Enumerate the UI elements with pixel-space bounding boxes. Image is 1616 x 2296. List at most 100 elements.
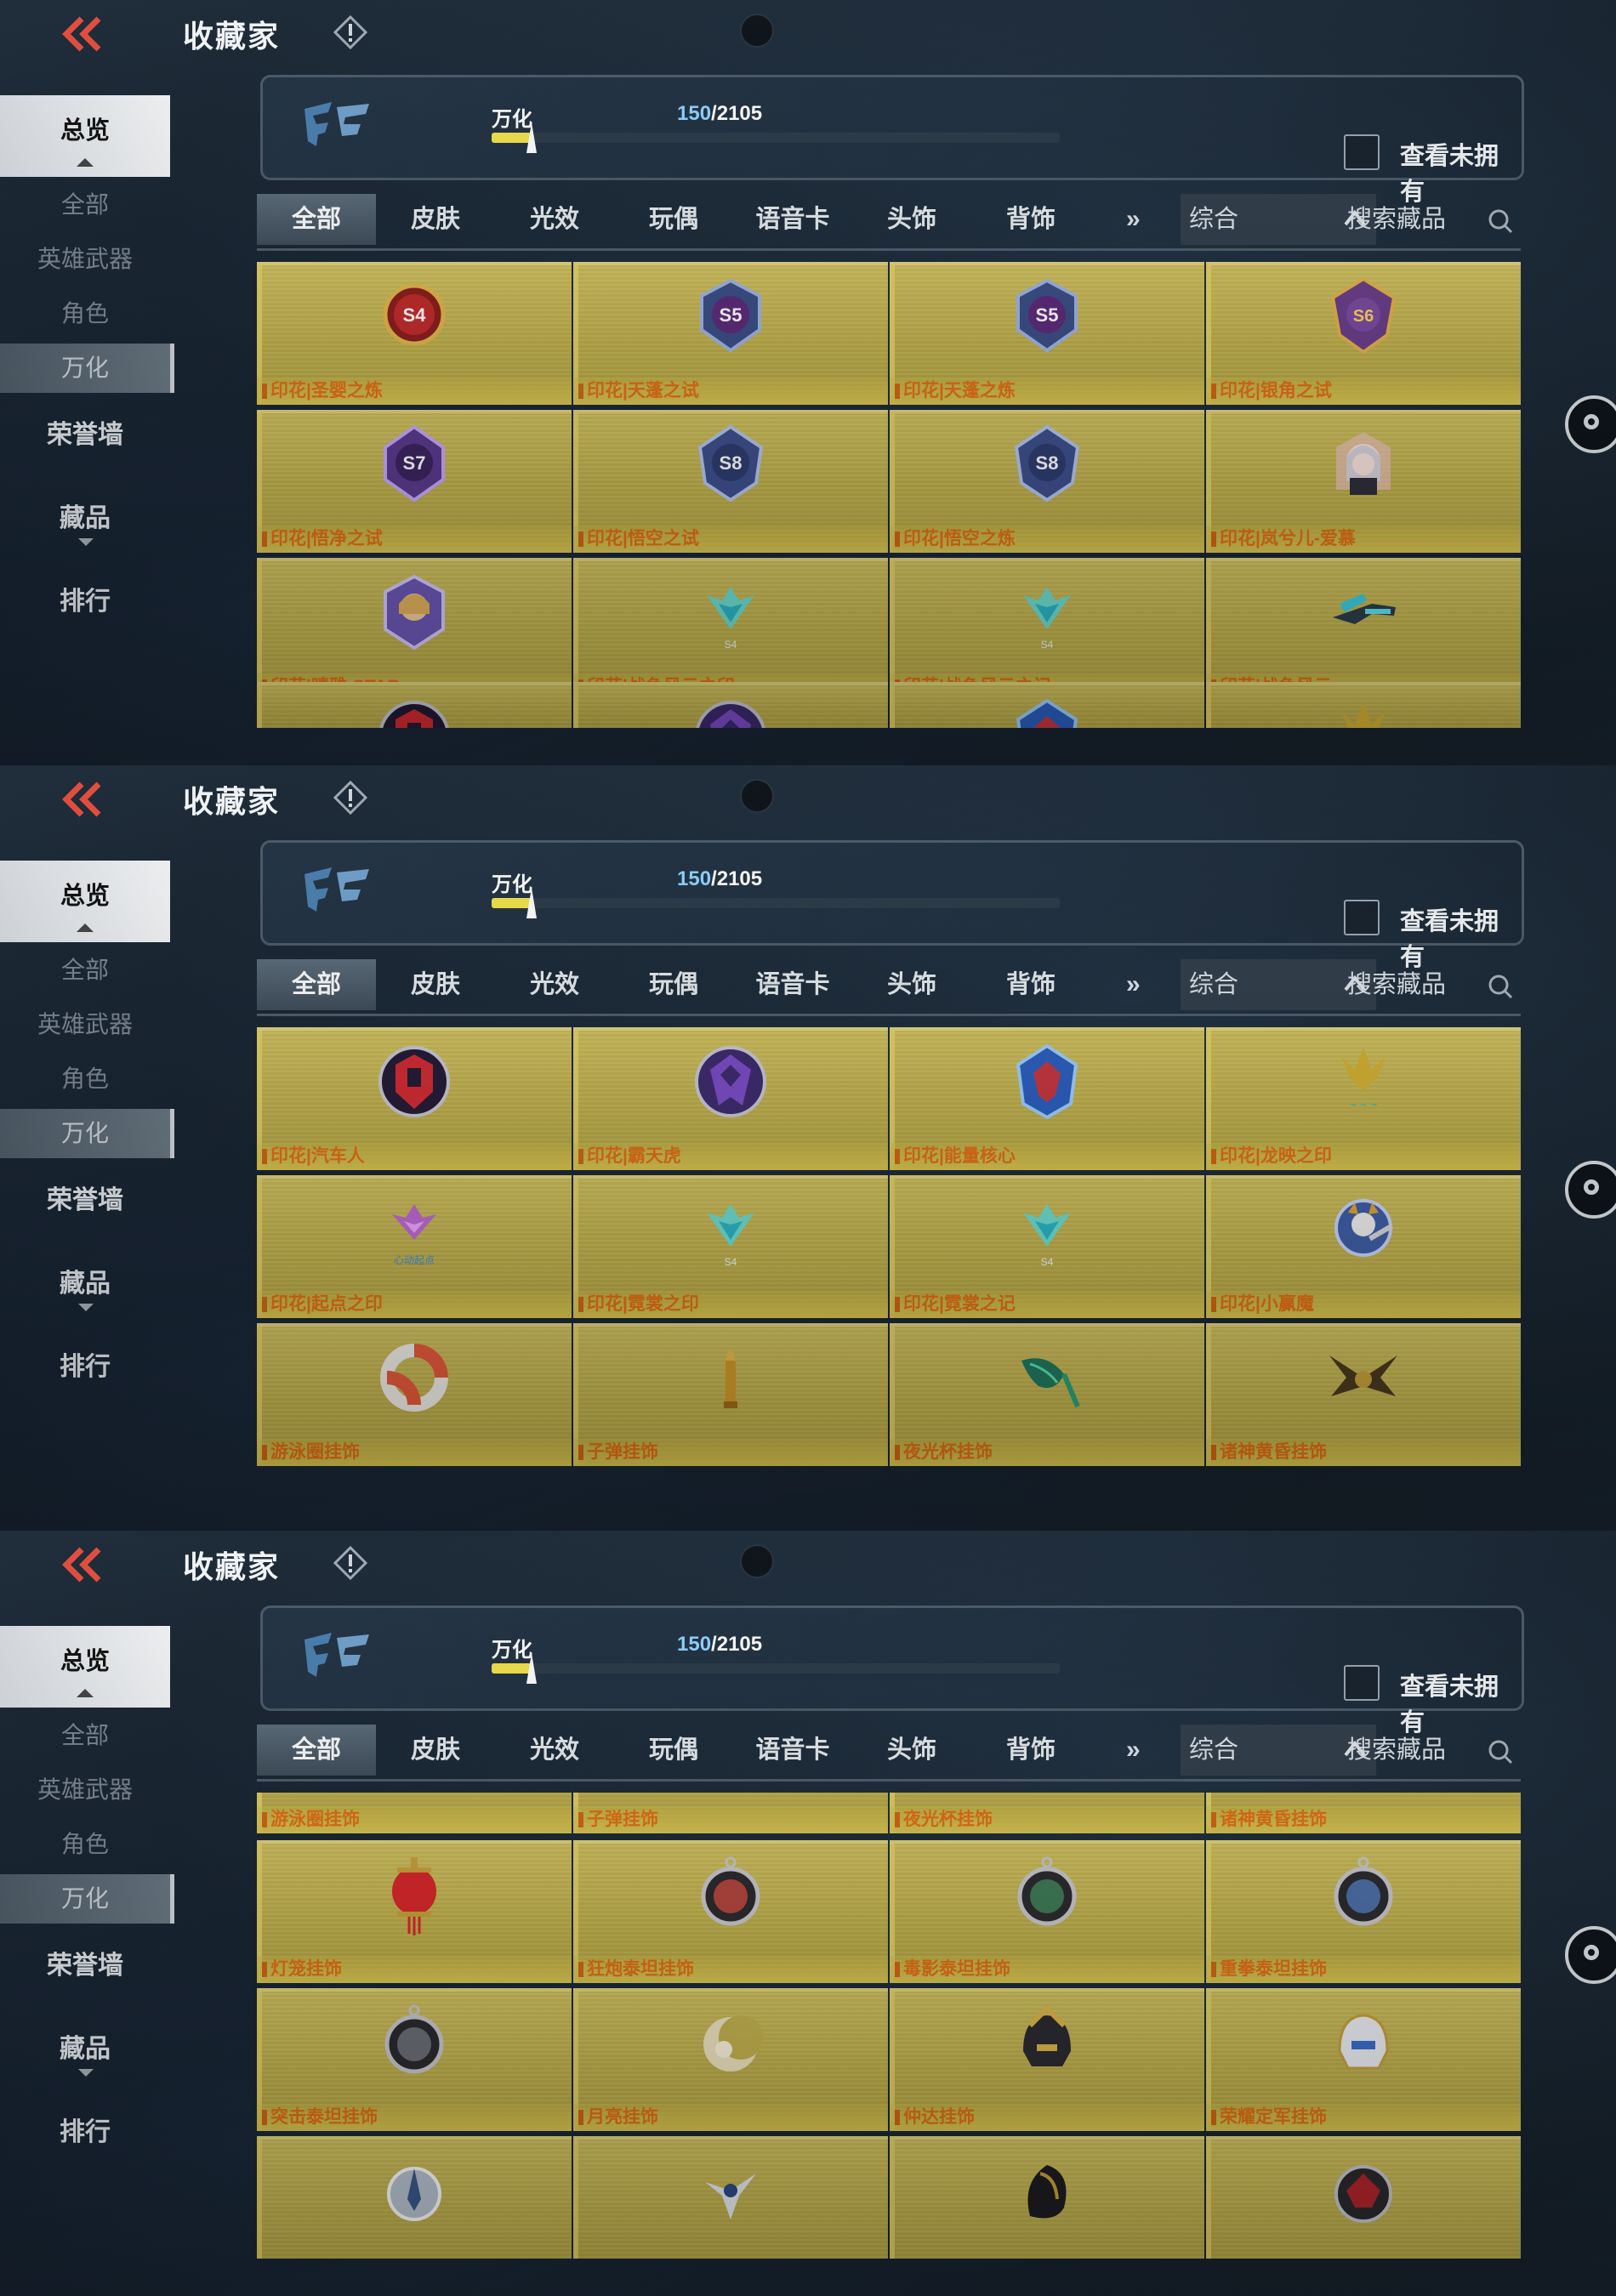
collection-item-card[interactable]: 诸神黄昏挂饰 <box>1206 1793 1521 1833</box>
sidebar-sub-item[interactable]: 英雄武器 <box>0 235 170 284</box>
tab-item[interactable]: 背饰 <box>971 194 1090 245</box>
collection-item-card[interactable]: 荣耀定军挂饰 <box>1206 1988 1521 2131</box>
sidebar-sub-item[interactable]: 全部 <box>0 946 170 995</box>
tab-item[interactable]: 皮肤 <box>376 959 495 1010</box>
collection-item-card[interactable] <box>890 682 1204 728</box>
tab-item[interactable]: 皮肤 <box>376 1725 495 1776</box>
floating-assist-button[interactable] <box>1565 1926 1616 1984</box>
more-tabs-button[interactable]: » <box>1126 194 1141 245</box>
back-button[interactable] <box>58 1544 109 1585</box>
sidebar-item[interactable]: 荣誉墙 <box>0 410 170 461</box>
sidebar-sub-item[interactable]: 角色 <box>0 289 170 338</box>
collection-item-card[interactable] <box>573 682 888 728</box>
tab-item[interactable]: 头饰 <box>852 1725 971 1776</box>
more-tabs-button[interactable]: » <box>1126 1725 1141 1776</box>
sidebar-item[interactable]: 排行 <box>0 2107 170 2158</box>
tab-item[interactable]: 玩偶 <box>614 959 733 1010</box>
sidebar-sub-item[interactable]: 英雄武器 <box>0 1000 170 1049</box>
collection-item-card[interactable]: 狂炮泰坦挂饰 <box>573 1840 888 1983</box>
collection-item-card[interactable]: 夜光杯挂饰 <box>890 1323 1204 1466</box>
collection-item-card[interactable]: S4印花|战争风云之记 <box>890 558 1204 701</box>
search-collection[interactable]: 搜索藏品 <box>1347 194 1521 245</box>
sidebar-sub-item[interactable]: 万化 <box>0 1874 174 1924</box>
back-button[interactable] <box>58 14 109 54</box>
collection-item-card[interactable]: S5 印花|天蓬之试 <box>573 262 888 405</box>
sidebar-sub-item[interactable]: 角色 <box>0 1054 170 1104</box>
tab-item[interactable]: 全部 <box>257 959 376 1010</box>
tab-item[interactable]: 玩偶 <box>614 194 733 245</box>
sidebar-item[interactable]: 荣誉墙 <box>0 1941 170 1992</box>
collection-item-card[interactable] <box>573 2136 888 2259</box>
info-icon[interactable] <box>333 14 368 50</box>
tab-item[interactable]: 背饰 <box>971 1725 1090 1776</box>
sidebar-item[interactable]: 藏品 <box>0 2024 170 2077</box>
tab-item[interactable]: 玩偶 <box>614 1725 733 1776</box>
collection-item-card[interactable]: 印花|晴雅-STAR <box>257 558 572 701</box>
collection-item-card[interactable]: S6 印花|银角之试 <box>1206 262 1521 405</box>
collection-item-card[interactable]: S8 印花|悟空之试 <box>573 410 888 553</box>
collection-item-card[interactable]: S4 印花|霓裳之印 <box>573 1175 888 1318</box>
collection-item-card[interactable]: S5 印花|天蓬之炼 <box>890 262 1204 405</box>
collection-item-card[interactable]: 印花|汽车人 <box>257 1027 572 1170</box>
collection-item-card[interactable]: S8 印花|悟空之炼 <box>890 410 1204 553</box>
tab-item[interactable]: 头饰 <box>852 194 971 245</box>
sidebar-sub-item[interactable]: 万化 <box>0 1109 174 1158</box>
sidebar-overview[interactable]: 总览 <box>0 1626 170 1708</box>
search-collection[interactable]: 搜索藏品 <box>1347 959 1521 1010</box>
collection-item-card[interactable]: S4印花|战争风云之印 <box>573 558 888 701</box>
collection-item-card[interactable]: 心动起点 印花|起点之印 <box>257 1175 572 1318</box>
show-unowned-checkbox[interactable] <box>1344 900 1380 935</box>
collection-item-card[interactable]: 印花|能量核心 <box>890 1027 1204 1170</box>
collection-item-card[interactable]: 子弹挂饰 <box>573 1793 888 1833</box>
tab-item[interactable]: 语音卡 <box>733 959 852 1010</box>
tab-item[interactable]: 光效 <box>495 959 614 1010</box>
collection-item-card[interactable]: 子弹挂饰 <box>573 1323 888 1466</box>
sidebar-sub-item[interactable]: 全部 <box>0 1711 170 1760</box>
show-unowned-checkbox[interactable] <box>1344 1665 1380 1701</box>
collection-item-card[interactable]: 重拳泰坦挂饰 <box>1206 1840 1521 1983</box>
collection-item-card[interactable]: S4 印花|圣婴之炼 <box>257 262 572 405</box>
tab-item[interactable]: 全部 <box>257 1725 376 1776</box>
collection-item-card[interactable] <box>1206 2136 1521 2259</box>
info-icon[interactable] <box>333 1545 368 1581</box>
sidebar-overview[interactable]: 总览 <box>0 861 170 942</box>
show-unowned-checkbox[interactable] <box>1344 134 1380 170</box>
tab-item[interactable]: 光效 <box>495 1725 614 1776</box>
collection-item-card[interactable]: S7 印花|悟净之试 <box>257 410 572 553</box>
floating-assist-button[interactable] <box>1565 1161 1616 1219</box>
tab-item[interactable]: 皮肤 <box>376 194 495 245</box>
sidebar-item[interactable]: 排行 <box>0 1342 170 1393</box>
collection-item-card[interactable]: 毒影泰坦挂饰 <box>890 1840 1204 1983</box>
collection-item-card[interactable]: S4 印花|霓裳之记 <box>890 1175 1204 1318</box>
collection-item-card[interactable]: 印花|小赢魔 <box>1206 1175 1521 1318</box>
tab-item[interactable]: 全部 <box>257 194 376 245</box>
collection-item-card[interactable]: 印花|霸天虎 <box>573 1027 888 1170</box>
sidebar-overview[interactable]: 总览 <box>0 95 170 177</box>
collection-item-card[interactable]: 月亮挂饰 <box>573 1988 888 2131</box>
tab-item[interactable]: 背饰 <box>971 959 1090 1010</box>
collection-item-card[interactable]: 夜光杯挂饰 <box>890 1793 1204 1833</box>
tab-item[interactable]: 光效 <box>495 194 614 245</box>
sidebar-sub-item[interactable]: 英雄武器 <box>0 1765 170 1815</box>
sidebar-item[interactable]: 藏品 <box>0 1259 170 1311</box>
sidebar-item[interactable]: 排行 <box>0 577 170 628</box>
tab-item[interactable]: 语音卡 <box>733 1725 852 1776</box>
info-icon[interactable] <box>333 780 368 816</box>
collection-item-card[interactable]: ~ ~ ~ 印花|龙映之印 <box>1206 1027 1521 1170</box>
tab-item[interactable]: 语音卡 <box>733 194 852 245</box>
collection-item-card[interactable]: 灯笼挂饰 <box>257 1840 572 1983</box>
collection-item-card[interactable]: 突击泰坦挂饰 <box>257 1988 572 2131</box>
collection-item-card[interactable]: 游泳圈挂饰 <box>257 1793 572 1833</box>
sidebar-sub-item[interactable]: 全部 <box>0 180 170 230</box>
sidebar-sub-item[interactable]: 角色 <box>0 1820 170 1869</box>
floating-assist-button[interactable] <box>1565 395 1616 453</box>
sidebar-item[interactable]: 荣誉墙 <box>0 1175 170 1226</box>
collection-item-card[interactable]: 游泳圈挂饰 <box>257 1323 572 1466</box>
collection-item-card[interactable] <box>890 2136 1204 2259</box>
collection-item-card[interactable] <box>257 2136 572 2259</box>
collection-item-card[interactable] <box>257 682 572 728</box>
collection-item-card[interactable]: 印花|战争风云 <box>1206 558 1521 701</box>
back-button[interactable] <box>58 779 109 820</box>
sidebar-item[interactable]: 藏品 <box>0 493 170 546</box>
collection-item-card[interactable]: 仲达挂饰 <box>890 1988 1204 2131</box>
